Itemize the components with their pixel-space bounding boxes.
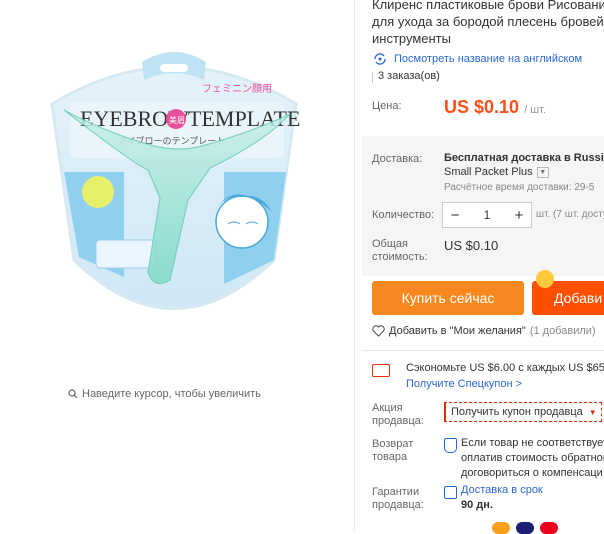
maestro-icon	[540, 522, 558, 534]
quantity-stepper: − 1 +	[442, 202, 532, 228]
translate-icon	[374, 53, 386, 65]
seller-promo-label-line: Акция	[372, 402, 403, 414]
get-seller-coupon-button[interactable]: Получить купон продавца ▼	[444, 402, 602, 422]
shipping-method[interactable]: Small Packet Plus	[444, 166, 533, 178]
shipping-method-select[interactable]: Small Packet Plus ▼	[444, 166, 549, 178]
delivery-guarantee-link[interactable]: Доставка в срок	[461, 484, 543, 496]
quantity-input[interactable]: 1	[467, 208, 507, 222]
seller-promo-label-line: продавца:	[372, 415, 424, 427]
wishlist-label[interactable]: Добавить в "Мои желания"	[389, 325, 526, 337]
delivery-guarantee-days: 90 дн.	[461, 499, 493, 511]
quantity-available: шт. (7 шт. досту	[536, 209, 604, 220]
product-title-line: Клиренс пластиковые брови Рисовани	[372, 0, 604, 12]
section-divider	[362, 350, 604, 351]
product-info-pane: Клиренс пластиковые брови Рисовани для у…	[362, 0, 604, 534]
cart-badge-icon	[536, 270, 554, 288]
returns-text-line: оплатив стоимость обратной	[461, 452, 604, 464]
returns-text-line: договориться о компенсаци	[461, 467, 603, 479]
total-label: Общая стоимость:	[372, 238, 428, 264]
returns-label: Возврат товара	[372, 438, 413, 464]
zoom-hint: Наведите курсор, чтобы увеличить	[68, 388, 261, 400]
shipping-estimate: Расчётное время доставки: 29-5	[444, 182, 595, 193]
zoom-hint-text: Наведите курсор, чтобы увеличить	[82, 388, 261, 400]
shield-icon	[444, 438, 457, 453]
translate-link[interactable]: Посмотреть название на английском	[372, 52, 582, 66]
product-title-line: для ухода за бородой плесень бровей	[372, 14, 604, 29]
mastercard-icon	[492, 522, 510, 534]
pane-divider	[354, 0, 355, 531]
product-title: Клиренс пластиковые брови Рисовани для у…	[372, 0, 604, 47]
coupon-text: Сэкономьте US $6.00 с каждых US $65.00	[406, 362, 604, 374]
total-value: US $0.10	[444, 238, 499, 253]
payment-icons	[492, 522, 558, 534]
price-value: US $0.10 / шт.	[444, 97, 546, 118]
guarantee-label: Гарантии продавца:	[372, 486, 424, 512]
chevron-down-icon[interactable]: ▼	[536, 166, 549, 178]
translate-link-text[interactable]: Посмотреть название на английском	[394, 53, 582, 65]
returns-label-line: Возврат	[372, 438, 414, 450]
guarantee-label-line: продавца:	[372, 499, 424, 511]
buy-now-button[interactable]: Купить сейчас	[372, 281, 524, 315]
price-unit: / шт.	[524, 104, 546, 116]
visa-icon	[516, 522, 534, 534]
shipping-label: Доставка:	[372, 153, 423, 165]
quantity-increase-button[interactable]: +	[507, 207, 531, 224]
product-title-line: инструменты	[372, 31, 451, 46]
guarantee-label-line: Гарантии	[372, 486, 420, 498]
total-label-line: стоимость:	[372, 251, 428, 263]
package-tag: フェミニン顔用	[202, 82, 272, 95]
delivery-guarantee-icon	[444, 486, 457, 499]
product-photo[interactable]: EYEBROW 美眉 TEMPLATE アイブローのテンプレート フェミニン顔用	[24, 22, 324, 352]
wishlist-count: (1 добавили)	[529, 325, 596, 337]
quantity-decrease-button[interactable]: −	[443, 207, 467, 224]
coupon-icon	[372, 364, 390, 377]
seller-coupon-label[interactable]: Получить купон продавца	[451, 406, 583, 418]
search-icon	[68, 389, 78, 399]
returns-text: Если товар не соответствует с оплатив ст…	[461, 436, 604, 481]
heart-icon[interactable]	[372, 325, 385, 337]
orders-count: 3 заказа(ов)	[378, 70, 440, 82]
wishlist-link[interactable]: Добавить в "Мои желания" (1 добавили)	[372, 325, 596, 337]
total-label-line: Общая	[372, 238, 408, 250]
orders-separator	[372, 72, 373, 83]
seller-promo-label: Акция продавца:	[372, 402, 424, 428]
product-gallery: EYEBROW 美眉 TEMPLATE アイブローのテンプレート フェミニン顔用…	[0, 0, 354, 531]
caret-down-icon[interactable]: ▼	[589, 408, 597, 417]
promo-accent-bar	[444, 402, 446, 422]
shipping-title: Бесплатная доставка в Russian	[444, 152, 604, 164]
package-badge: 美眉	[169, 115, 185, 125]
quantity-label: Количество:	[372, 209, 435, 221]
returns-text-line: Если товар не соответствует с	[461, 437, 604, 449]
price-amount: US $0.10	[444, 97, 520, 117]
returns-label-line: товара	[372, 451, 408, 463]
get-coupon-link[interactable]: Получите Спецкупон >	[406, 378, 522, 390]
price-label: Цена:	[372, 100, 402, 112]
